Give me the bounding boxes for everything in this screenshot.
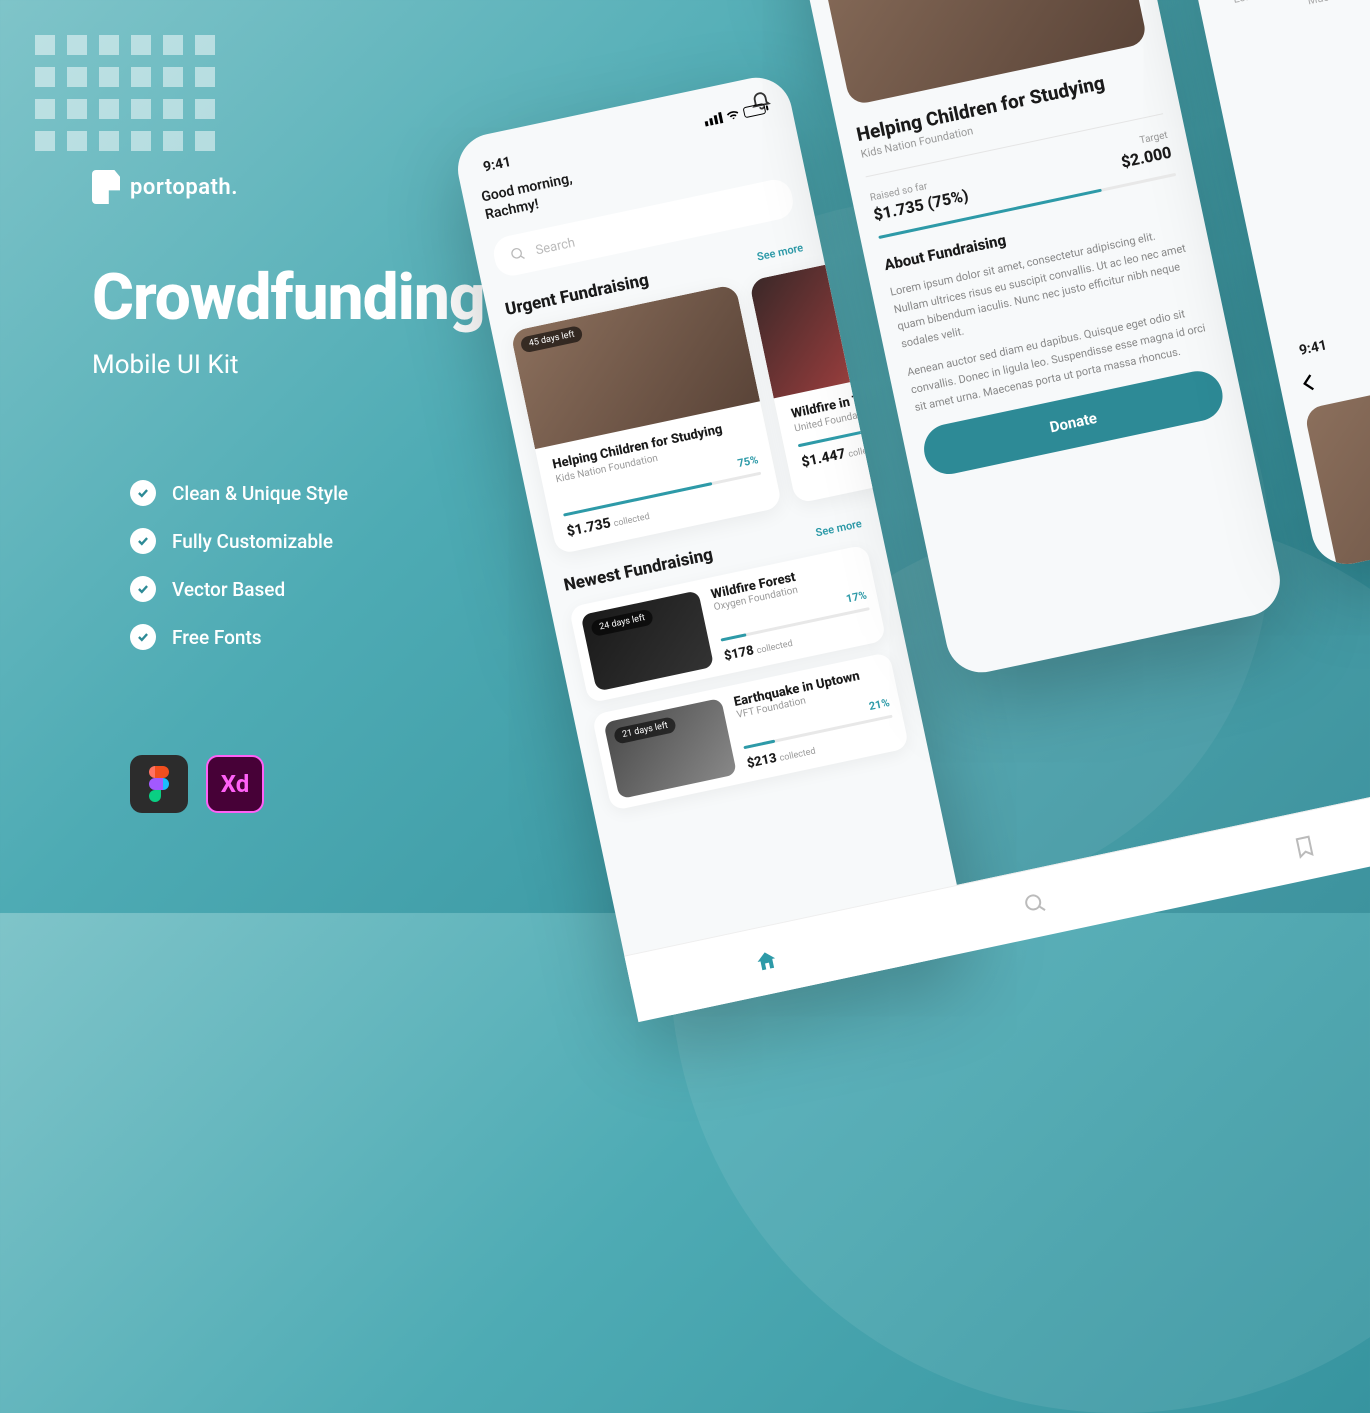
collected-label: collected	[756, 639, 794, 656]
fundraising-card[interactable]: 45 days left Helping Children for Studyi…	[510, 284, 782, 555]
subhead: Mobile UI Kit	[92, 350, 239, 380]
list-pct: 17%	[845, 589, 868, 606]
brand: portopath.	[92, 170, 238, 204]
feature-item: Vector Based	[130, 576, 348, 602]
feature-label: Fully Customizable	[172, 530, 333, 553]
days-left-badge: 45 days left	[520, 325, 584, 354]
nav-home-icon[interactable]	[752, 947, 780, 975]
xd-label: Xd	[221, 770, 249, 798]
search-icon	[509, 245, 528, 264]
search-placeholder: Search	[534, 235, 576, 258]
headline: Crowdfunding	[92, 260, 485, 335]
feature-label: Free Fonts	[172, 626, 262, 649]
check-icon	[130, 624, 156, 650]
card-pct: 75%	[736, 453, 759, 470]
days-left-badge: 21 days left	[613, 716, 677, 745]
check-icon	[130, 480, 156, 506]
figma-icon	[130, 755, 188, 813]
see-more-link[interactable]: See more	[814, 517, 863, 539]
card-amount: $1.447	[800, 446, 847, 471]
list-amount: $178	[723, 644, 755, 665]
feature-item: Free Fonts	[130, 624, 348, 650]
feature-item: Fully Customizable	[130, 528, 348, 554]
collected-label: collected	[613, 512, 651, 529]
brand-name: portopath.	[130, 175, 238, 200]
feature-label: Vector Based	[172, 578, 285, 601]
feature-label: Clean & Unique Style	[172, 482, 348, 505]
status-time: 9:41	[1298, 337, 1329, 358]
days-left-badge: 24 days left	[590, 609, 654, 638]
decorative-dots-grid	[35, 35, 215, 151]
collected-label: collected	[779, 747, 817, 764]
battery-icon	[742, 102, 766, 117]
list-pct: 21%	[868, 696, 891, 713]
feature-item: Clean & Unique Style	[130, 480, 348, 506]
check-icon	[130, 576, 156, 602]
xd-icon: Xd	[206, 755, 264, 813]
check-icon	[130, 528, 156, 554]
card-amount: $1.735	[565, 516, 612, 541]
signal-icon	[703, 112, 723, 127]
see-more-link[interactable]: See more	[756, 241, 805, 263]
brand-logo-icon	[92, 170, 120, 204]
wifi-icon	[725, 106, 742, 123]
collected-label: collected	[848, 443, 886, 460]
list-amount: $213	[746, 751, 778, 772]
tool-icons: Xd	[130, 755, 264, 813]
feature-list: Clean & Unique Style Fully Customizable …	[130, 480, 348, 650]
